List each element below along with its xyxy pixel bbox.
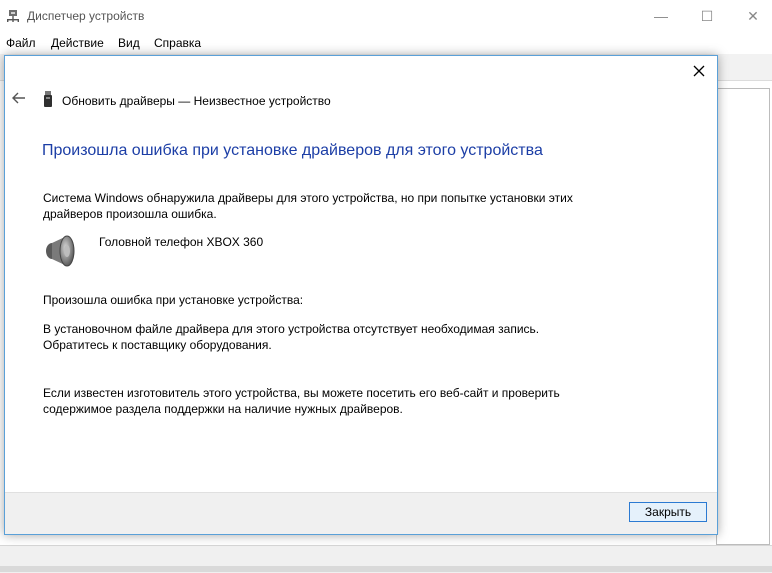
error-detail: В установочном файле драйвера для этого … xyxy=(43,322,540,352)
device-name: Головной телефон XBOX 360 xyxy=(99,235,264,249)
window-title: Диспетчер устройств xyxy=(27,9,145,23)
menu-view[interactable]: Вид xyxy=(118,36,140,50)
device-manager-icon xyxy=(7,10,19,22)
dialog-close-button[interactable] xyxy=(687,60,711,82)
error-label: Произошла ошибка при установке устройств… xyxy=(43,293,304,307)
menu-file[interactable]: Файл xyxy=(6,36,36,50)
window-close-icon: ✕ xyxy=(747,7,759,24)
menu-action[interactable]: Действие xyxy=(51,36,104,50)
speaker-icon xyxy=(46,235,75,267)
menu-help[interactable]: Справка xyxy=(154,36,201,50)
maximize-icon: ☐ xyxy=(700,7,714,24)
device-tree-pane[interactable] xyxy=(716,88,770,545)
advice-text: Если известен изготовитель этого устройс… xyxy=(43,386,560,416)
update-drivers-dialog: Обновить драйверы — Неизвестное устройст… xyxy=(4,55,718,535)
minimize-button[interactable]: — xyxy=(638,0,684,32)
minimize-icon: — xyxy=(654,8,668,24)
intro-text: Система Windows обнаружила драйверы для … xyxy=(43,191,573,221)
menu-bar: Файл Действие Вид Справка xyxy=(0,32,772,54)
error-heading: Произошла ошибка при установке драйверов… xyxy=(42,142,543,159)
dialog-footer: Закрыть xyxy=(5,492,717,534)
window-close-button[interactable]: ✕ xyxy=(730,0,772,32)
main-window-titlebar: Диспетчер устройств — ☐ ✕ xyxy=(0,0,772,32)
maximize-button[interactable]: ☐ xyxy=(684,0,730,32)
close-icon xyxy=(693,65,705,77)
dialog-title: Обновить драйверы — Неизвестное устройст… xyxy=(62,94,331,108)
usb-device-icon xyxy=(44,91,52,107)
horizontal-scrollbar[interactable] xyxy=(0,566,772,572)
back-arrow-icon[interactable] xyxy=(11,90,27,106)
close-button[interactable]: Закрыть xyxy=(629,502,707,522)
